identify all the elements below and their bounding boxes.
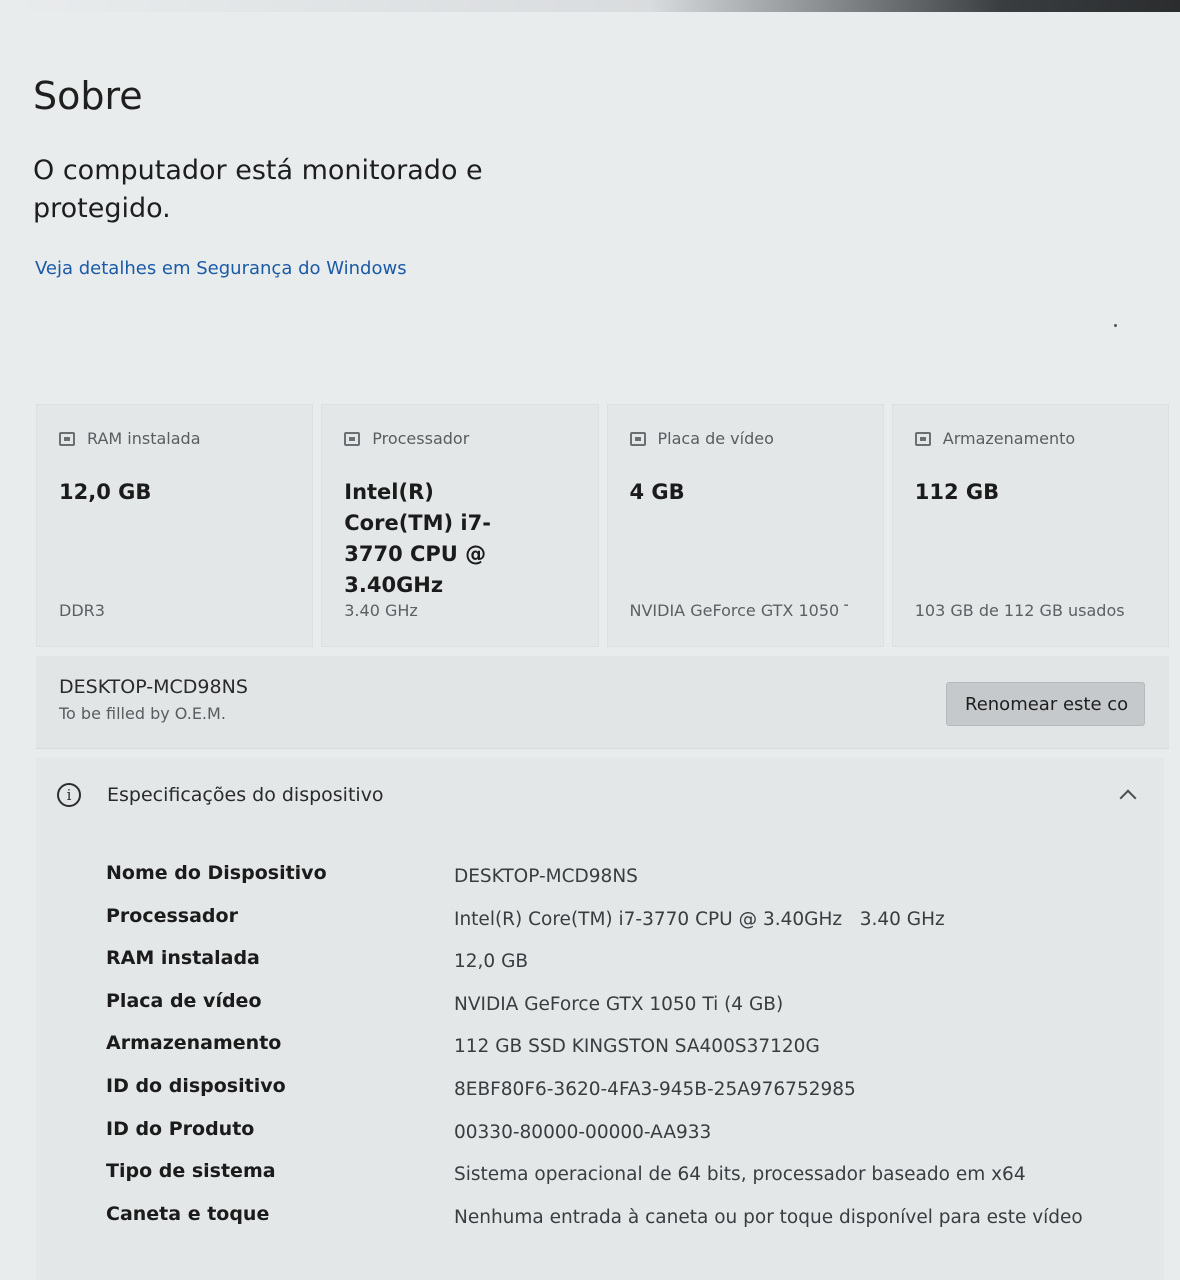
spec-value: Sistema operacional de 64 bits, processa… — [454, 1164, 1026, 1186]
screen-speck — [1114, 324, 1117, 327]
device-specifications-header[interactable]: i Especificações do dispositivo — [36, 758, 1164, 838]
windows-security-link[interactable]: Veja detalhes em Segurança do Windows — [35, 258, 407, 279]
card-subtext: NVIDIA GeForce GTX 1050 Ti — [629, 601, 848, 620]
spec-value: NVIDIA GeForce GTX 1050 Ti (4 GB) — [454, 993, 784, 1015]
card-subtext: 103 GB de 112 GB usados — [914, 601, 1125, 620]
spec-value: Intel(R) Core(TM) i7-3770 CPU @ 3.40GHz … — [454, 908, 945, 930]
table-row: ID do Produto 00330-80000-00000-AA933 — [106, 1118, 1146, 1161]
card-storage: Armazenamento 112 GB 103 GB de 112 GB us… — [891, 404, 1169, 647]
spec-label: RAM instalada — [106, 947, 260, 970]
card-label: RAM instalada — [87, 429, 201, 448]
card-value: 4 GB — [629, 480, 685, 504]
spec-label: Processador — [106, 904, 238, 927]
table-row: Placa de vídeo NVIDIA GeForce GTX 1050 T… — [106, 990, 1146, 1033]
security-status-text: O computador está monitorado e protegido… — [33, 155, 483, 224]
spec-label: Tipo de sistema — [106, 1160, 276, 1183]
processor-icon — [344, 431, 361, 446]
card-value: Intel(R) Core(TM) i7-3770 CPU @ 3.40GHz — [344, 480, 491, 597]
card-value: 12,0 GB — [59, 480, 152, 504]
card-subtext: DDR3 — [59, 601, 105, 620]
spec-label: Nome do Dispositivo — [106, 862, 327, 884]
device-name-row: DESKTOP-MCD98NS To be filled by O.E.M. R… — [36, 656, 1169, 749]
card-ram: RAM instalada 12,0 GB DDR3 — [36, 404, 314, 647]
table-row: ID do dispositivo 8EBF80F6-3620-4FA3-945… — [106, 1075, 1146, 1118]
spec-label: Placa de vídeo — [106, 989, 262, 1012]
spec-value: 00330-80000-00000-AA933 — [454, 1121, 712, 1143]
spec-value: 8EBF80F6-3620-4FA3-945B-25A976752985 — [454, 1078, 856, 1100]
card-label: Placa de vídeo — [657, 429, 774, 448]
spec-label: Caneta e toque — [106, 1202, 270, 1225]
device-specifications-panel: i Especificações do dispositivo Nome do … — [36, 758, 1164, 1280]
spec-value: 112 GB SSD KINGSTON SA400S37120G — [454, 1036, 820, 1058]
table-row: Nome do Dispositivo DESKTOP-MCD98NS — [106, 862, 1146, 905]
device-name: DESKTOP-MCD98NS — [59, 676, 248, 698]
spec-cards: RAM instalada 12,0 GB DDR3 Processador I… — [36, 404, 1169, 647]
card-label: Processador — [372, 429, 470, 448]
window-top-edge — [0, 0, 1180, 12]
table-row: Processador Intel(R) Core(TM) i7-3770 CP… — [106, 905, 1146, 948]
table-row: Tipo de sistema Sistema operacional de 6… — [106, 1160, 1146, 1203]
gpu-icon — [629, 431, 646, 446]
spec-label: Armazenamento — [106, 1032, 282, 1055]
chevron-up-icon[interactable] — [1119, 789, 1137, 807]
table-row: Caneta e toque Nenhuma entrada à caneta … — [106, 1203, 1146, 1246]
card-label: Armazenamento — [942, 429, 1076, 448]
table-row: Armazenamento 112 GB SSD KINGSTON SA400S… — [106, 1032, 1146, 1075]
card-gpu: Placa de vídeo 4 GB NVIDIA GeForce GTX 1… — [606, 404, 884, 647]
storage-icon — [914, 431, 931, 446]
spec-table: Nome do Dispositivo DESKTOP-MCD98NS Proc… — [106, 862, 1146, 1245]
spec-value: DESKTOP-MCD98NS — [454, 866, 638, 887]
table-row: RAM instalada 12,0 GB — [106, 947, 1146, 990]
device-oem-text: To be filled by O.E.M. — [59, 704, 226, 723]
rename-pc-button[interactable]: Renomear este co — [946, 682, 1145, 726]
ram-icon — [59, 431, 75, 446]
card-value: 112 GB — [914, 480, 1000, 504]
info-icon: i — [57, 783, 81, 807]
card-processor: Processador Intel(R) Core(TM) i7-3770 CP… — [321, 404, 599, 647]
card-subtext: 3.40 GHz — [344, 601, 418, 620]
spec-label: ID do dispositivo — [106, 1074, 286, 1097]
device-specifications-title: Especificações do dispositivo — [107, 784, 384, 806]
spec-value: Nenhuma entrada à caneta ou por toque di… — [454, 1206, 1083, 1228]
page-title: Sobre — [33, 74, 143, 118]
spec-value: 12,0 GB — [454, 951, 529, 973]
spec-label: ID do Produto — [106, 1117, 255, 1140]
